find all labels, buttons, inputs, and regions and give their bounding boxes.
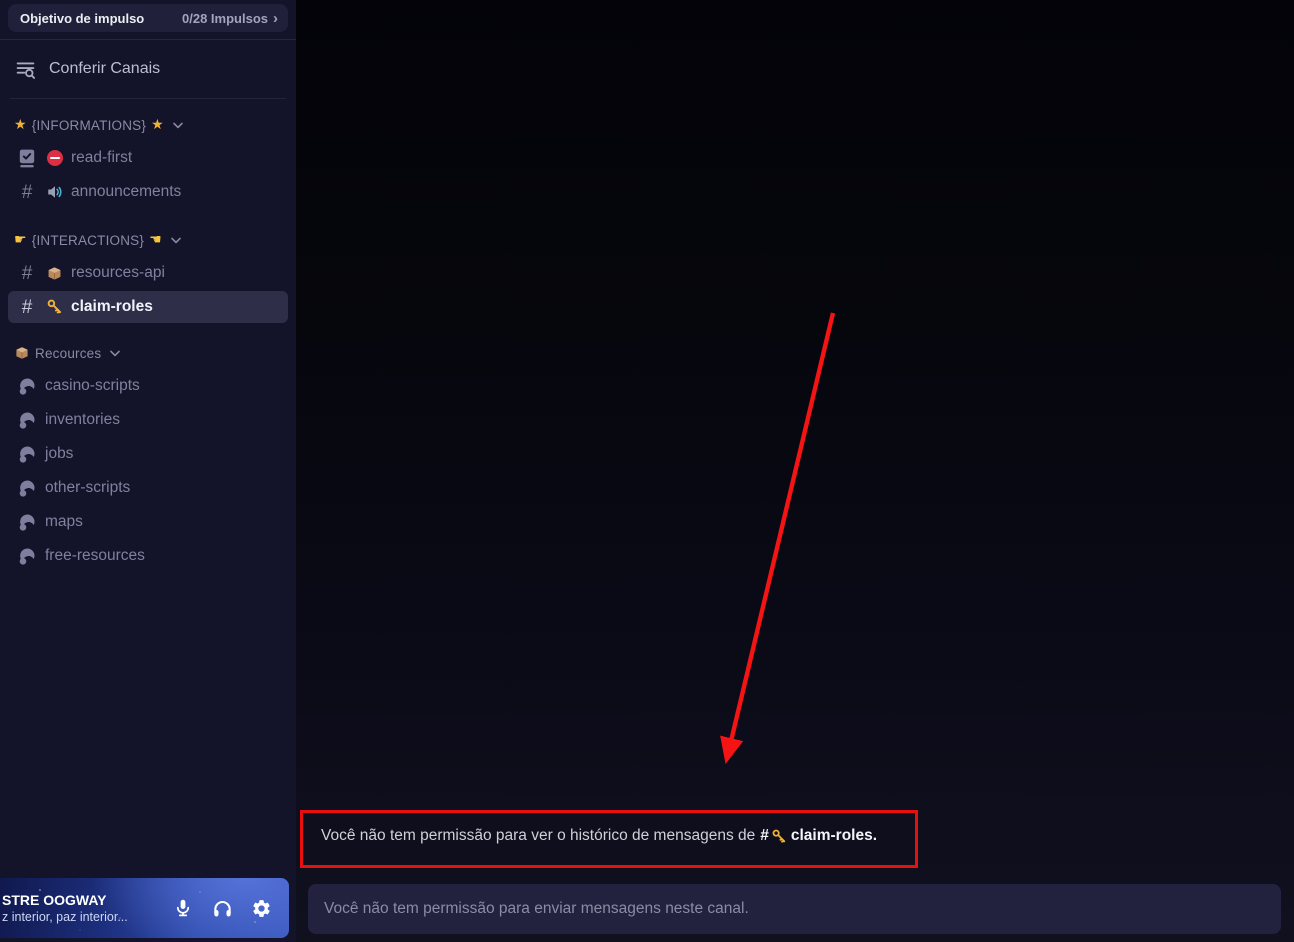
chevron-right-icon: ›: [273, 9, 278, 27]
channel-resources-api[interactable]: # resources-api: [8, 257, 288, 289]
red-annotation-arrow: [720, 312, 836, 764]
username: STRE OOGWAY: [2, 892, 107, 908]
rules-icon: [16, 148, 38, 168]
point-left-emoji: ☚: [149, 232, 162, 248]
discord-app: Objetivo de impulso 0/28 Impulsos › Conf…: [0, 0, 1294, 942]
hash-icon: #: [760, 827, 769, 844]
browse-channels-button[interactable]: Conferir Canais: [0, 52, 296, 86]
user-status: z interior, paz interior...: [2, 910, 128, 924]
channel-label: free-resources: [45, 547, 145, 564]
permission-notice-box: Você não tem permissão para ver o histór…: [300, 810, 918, 868]
divider: [10, 98, 286, 99]
category-label: {INTERACTIONS}: [31, 232, 145, 248]
composer-placeholder: Você não tem permissão para enviar mensa…: [324, 900, 749, 917]
boost-progress-count: 0/28 Impulsos: [182, 10, 268, 26]
channel-label: jobs: [45, 445, 74, 462]
channel-label: resources-api: [71, 264, 165, 281]
point-right-emoji: ☛: [14, 232, 27, 248]
headphones-button[interactable]: [207, 893, 237, 923]
permission-notice-text: Você não tem permissão para ver o histór…: [321, 827, 877, 845]
browse-channels-label: Conferir Canais: [49, 60, 161, 77]
channel-inventories[interactable]: inventories: [8, 404, 288, 436]
forum-icon: [16, 376, 38, 396]
channel-label: other-scripts: [45, 479, 131, 496]
category-informations[interactable]: ★ {INFORMATIONS} ★: [0, 113, 296, 137]
channel-label: inventories: [45, 411, 120, 428]
channel-maps[interactable]: maps: [8, 506, 288, 538]
category-label: {INFORMATIONS}: [31, 117, 147, 133]
forum-icon: [16, 546, 38, 566]
hash-icon: #: [21, 296, 33, 318]
channel-claim-roles[interactable]: # claim-roles: [8, 291, 288, 323]
chevron-down-icon: [173, 122, 183, 129]
hash-icon: #: [21, 262, 33, 284]
channel-free-resources[interactable]: free-resources: [8, 540, 288, 572]
settings-gear-button[interactable]: [246, 893, 276, 923]
channel-label: maps: [45, 513, 83, 530]
package-emoji: [45, 265, 64, 282]
channel-label: claim-roles: [71, 298, 153, 315]
boost-goal-bar[interactable]: Objetivo de impulso 0/28 Impulsos ›: [8, 4, 288, 32]
forum-icon: [16, 478, 38, 498]
channel-casino-scripts[interactable]: casino-scripts: [8, 370, 288, 402]
browse-channels-icon: [14, 59, 36, 80]
forum-icon: [16, 512, 38, 532]
user-panel[interactable]: STRE OOGWAY z interior, paz interior...: [0, 878, 289, 938]
key-emoji: [45, 298, 64, 316]
channel-label: read-first: [71, 149, 133, 166]
microphone-button[interactable]: [168, 893, 198, 923]
category-recources[interactable]: Recources: [0, 341, 296, 365]
chevron-down-icon: [171, 237, 181, 244]
category-interactions[interactable]: ☛ {INTERACTIONS} ☚: [0, 228, 296, 252]
forum-icon: [16, 444, 38, 464]
category-label: Recources: [35, 345, 102, 361]
star-emoji: ★: [14, 117, 27, 133]
channel-jobs[interactable]: jobs: [8, 438, 288, 470]
boost-goal-title: Objetivo de impulso: [20, 10, 145, 26]
notice-suffix: .: [872, 827, 878, 844]
hash-icon: #: [21, 181, 33, 203]
key-emoji: [771, 828, 788, 845]
notice-channel-name: claim-roles: [790, 827, 873, 844]
channel-label: casino-scripts: [45, 377, 140, 394]
notice-prefix: Você não tem permissão para ver o histór…: [321, 827, 756, 844]
channel-sidebar: Objetivo de impulso 0/28 Impulsos › Conf…: [0, 0, 296, 942]
boost-progress: 0/28 Impulsos ›: [182, 11, 278, 26]
channel-other-scripts[interactable]: other-scripts: [8, 472, 288, 504]
channel-read-first[interactable]: read-first: [8, 142, 288, 174]
message-composer[interactable]: Você não tem permissão para enviar mensa…: [308, 884, 1281, 934]
speaker-emoji: [45, 183, 64, 201]
chat-main-area: Você não tem permissão para ver o histór…: [296, 0, 1294, 942]
channel-announcements[interactable]: # announcements: [8, 176, 288, 208]
star-emoji: ★: [151, 117, 164, 133]
forum-icon: [16, 410, 38, 430]
user-meta[interactable]: STRE OOGWAY z interior, paz interior...: [2, 892, 152, 924]
channel-label: announcements: [71, 183, 182, 200]
user-panel-buttons: [168, 893, 289, 923]
chevron-down-icon: [110, 350, 121, 357]
no-entry-emoji: [45, 150, 64, 166]
divider: [0, 39, 296, 40]
package-emoji: [14, 345, 30, 362]
